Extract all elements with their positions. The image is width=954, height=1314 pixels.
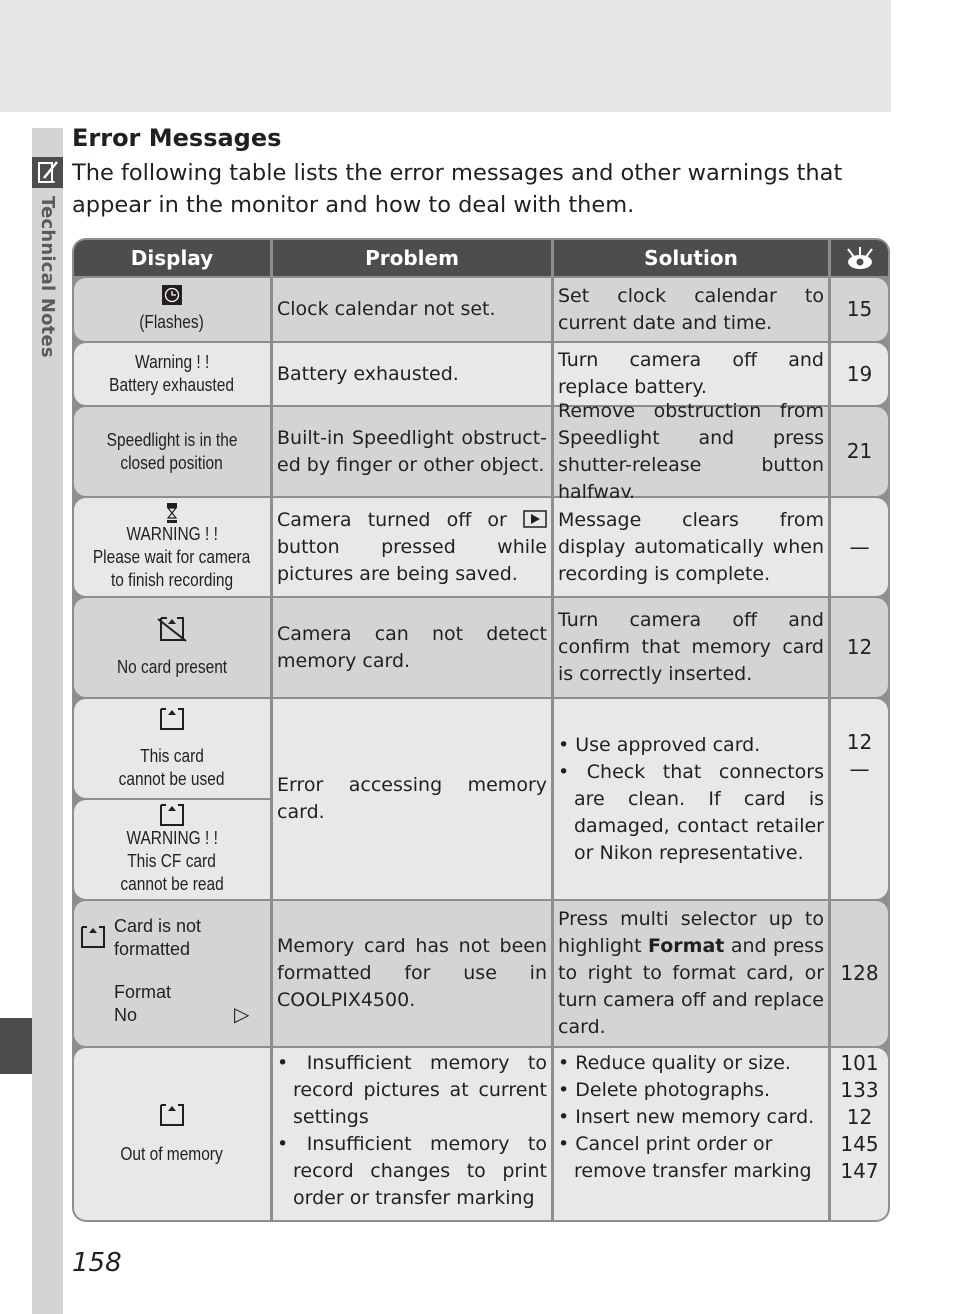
memory-card-icon <box>80 925 106 955</box>
table-row-7-problem: Memory card has not been formatted for u… <box>273 901 551 1046</box>
table-row-5-problem: Camera can not detect memory card. <box>273 598 551 697</box>
table-row-4-display: WARNING ! ! Please wait for camera to fi… <box>74 498 270 596</box>
play-button-icon <box>523 507 547 534</box>
table-row-5-solution: Turn camera off and confirm that memory … <box>554 598 828 697</box>
table-row-5-display: No card present <box>74 598 270 697</box>
memory-card-icon <box>159 803 185 827</box>
table-row-8-display: Out of memory <box>74 1048 270 1220</box>
table-row-8-solution: Reduce quality or size. Delete photograp… <box>554 1048 828 1220</box>
header-display: Display <box>74 240 270 276</box>
table-row-2-problem: Battery exhausted. <box>273 343 551 405</box>
table-row-1-solution: Set clock calendar to current date and t… <box>554 278 828 341</box>
table-row-6b-display: WARNING ! ! This CF card cannot be read <box>74 800 270 899</box>
header-problem: Problem <box>273 240 551 276</box>
right-arrow-icon: ▷ <box>234 1004 250 1026</box>
table-row-6-page-ref: 12 — <box>831 699 888 899</box>
table-row-4-problem: Camera turned off or button pressed whil… <box>273 498 551 596</box>
table-row-2-page-ref: 19 <box>831 343 888 405</box>
table-row-6-problem: Error accessing memory card. <box>273 699 551 899</box>
table-row-1-display: (Flashes) <box>74 278 270 341</box>
table-row-6-solution: Use approved card. Check that connectors… <box>554 699 828 899</box>
table-row-3-solution: Remove obstruction from Speedlight and p… <box>554 400 828 503</box>
memory-card-icon <box>159 707 185 731</box>
table-row-6a-display: This card cannot be used <box>74 699 270 798</box>
reference-eye-icon <box>831 240 888 276</box>
table-row-3-problem: Built-in Speedlight obstruct-ed by finge… <box>273 407 551 496</box>
table-row-1-page-ref: 15 <box>831 278 888 341</box>
table-row-7-solution: Press multi selector up to highlight For… <box>554 901 828 1046</box>
table-row-8-problem: Insufficient memory to record pictures a… <box>273 1048 551 1220</box>
table-row-7-display: Card is not formatted Format No ▷ <box>74 901 270 1046</box>
error-messages-table: Display Problem Solution (Flashes) Clock… <box>72 238 890 1222</box>
header-solution: Solution <box>554 240 828 276</box>
table-row-3-display: Speedlight is in the closed position <box>74 407 270 496</box>
thumb-tab <box>0 1018 32 1074</box>
section-label: Technical Notes <box>37 196 58 358</box>
table-row-7-page-ref: 128 <box>831 901 888 1046</box>
table-row-4-page-ref: — <box>831 498 888 596</box>
page-number: 158 <box>72 1248 122 1278</box>
table-row-2-display: Warning ! ! Battery exhausted <box>74 343 270 405</box>
table-row-8-page-ref: 101 133 12 145 147 <box>831 1048 888 1220</box>
top-band <box>0 0 891 112</box>
table-row-5-page-ref: 12 <box>831 598 888 697</box>
hourglass-icon <box>166 502 178 523</box>
format-menu: Format No <box>114 982 172 1025</box>
table-row-4-solution: Message clears from display automaticall… <box>554 498 828 596</box>
clock-icon <box>162 285 182 311</box>
pencil-note-icon <box>32 157 63 188</box>
table-row-1-problem: Clock calendar not set. <box>273 278 551 341</box>
intro-paragraph: The following table lists the error mess… <box>72 160 843 218</box>
table-row-2-solution: Turn camera off and replace battery. <box>554 343 828 405</box>
page-title: Error Messages <box>72 124 282 152</box>
no-card-icon <box>156 616 188 642</box>
table-row-3-page-ref: 21 <box>831 407 888 496</box>
memory-card-icon <box>159 1103 185 1127</box>
